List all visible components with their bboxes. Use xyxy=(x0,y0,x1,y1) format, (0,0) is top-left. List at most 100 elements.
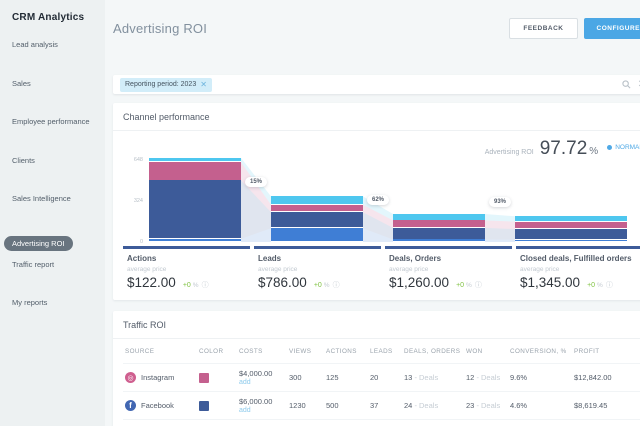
leads-value: 37 xyxy=(368,391,402,420)
bar-segment-pink[interactable] xyxy=(149,162,241,180)
sidebar-item-employee-performance[interactable]: Employee performance xyxy=(12,117,105,126)
column-header-profit: PROFIT xyxy=(574,348,600,355)
column-header-conversion-: CONVERSION, % xyxy=(510,348,567,355)
stage-card: Actions average price $122.00 +0% ⓘ xyxy=(123,246,250,290)
sidebar-item-my-reports[interactable]: My reports xyxy=(12,298,105,307)
stage-delta: +0 xyxy=(313,282,322,289)
conversion-value: 9.6% xyxy=(508,363,572,392)
actions-value: 60 xyxy=(324,419,368,426)
y-axis-tick: 648 xyxy=(133,157,143,163)
conversion-bubble: 15% xyxy=(245,177,268,188)
page-title: Advertising ROI xyxy=(113,20,208,36)
search-icon[interactable] xyxy=(621,80,631,89)
leads-value: 20 xyxy=(368,363,402,392)
stage-price: $786.00 xyxy=(258,275,307,290)
stage-name: Deals, Orders xyxy=(389,254,442,263)
views-value: 1230 xyxy=(287,391,324,420)
conversion-value: 4.6% xyxy=(508,391,572,420)
bar-segment-pink[interactable] xyxy=(271,204,363,212)
bar-segment-pink[interactable] xyxy=(515,221,627,229)
column-header-color: COLOR xyxy=(199,348,224,355)
deals-link[interactable]: - Deals xyxy=(414,401,438,410)
stage-card: Leads average price $786.00 +0% ⓘ xyxy=(254,246,381,290)
costs-value: $4,000.00 xyxy=(239,369,273,378)
instagram-icon: ◎ xyxy=(125,372,136,383)
stage-subtitle: average price xyxy=(127,266,167,273)
column-header-actions: ACTIONS xyxy=(326,348,357,355)
stage-delta-unit: % xyxy=(597,282,603,289)
bar-segment-navy[interactable] xyxy=(393,227,485,239)
bar-segment-sky-blue[interactable] xyxy=(515,216,627,221)
stage-delta-unit: % xyxy=(466,282,472,289)
bar-segment-navy[interactable] xyxy=(515,229,627,239)
stage-price: $1,345.00 xyxy=(520,275,581,290)
sidebar-item-lead-analysis[interactable]: Lead analysis xyxy=(12,40,105,49)
filter-actions: ✕ xyxy=(621,79,640,90)
bar-segment-pink[interactable] xyxy=(393,220,485,228)
leads-value: 25 xyxy=(368,419,402,426)
views-value: 300 xyxy=(287,363,324,392)
stage-name: Closed deals, Fulfilled orders xyxy=(520,254,632,263)
stage-delta: +0 xyxy=(456,282,465,289)
won-link[interactable]: - Deals xyxy=(476,373,500,382)
stage-price: $122.00 xyxy=(127,275,176,290)
bar-segment-royal-blue[interactable] xyxy=(271,228,363,242)
bar-segment-royal-blue[interactable] xyxy=(393,239,485,242)
roi-label: Advertising ROI xyxy=(484,149,534,156)
configure-button[interactable]: CONFIGURE xyxy=(583,17,640,39)
info-icon[interactable]: ⓘ xyxy=(333,280,340,290)
connector-band xyxy=(485,214,515,222)
conversion-bubble: 93% xyxy=(489,197,512,208)
y-axis-tick: 324 xyxy=(133,198,143,204)
header-actions: FEEDBACK CONFIGURE xyxy=(509,17,640,39)
bar-segment-navy[interactable] xyxy=(149,180,241,239)
filter-bar[interactable]: Reporting period: 2023 ✕ ✕ xyxy=(113,75,640,94)
deals-value: 13 xyxy=(404,373,413,382)
table-row[interactable]: ◎ Instagram $4,000.00 add 300 125 20 13 - Deals… xyxy=(123,363,640,392)
feedback-button[interactable]: FEEDBACK xyxy=(509,17,578,39)
actions-value: 125 xyxy=(324,363,368,392)
stage-subtitle: average price xyxy=(389,266,429,273)
add-costs-link[interactable]: add xyxy=(239,407,285,414)
remove-filter-icon[interactable]: ✕ xyxy=(200,80,207,89)
table-row[interactable]: f Facebook $6,000.00 add 1230 500 37 24 - Deals… xyxy=(123,391,640,420)
info-icon[interactable]: ⓘ xyxy=(202,280,209,290)
bar-segment-navy[interactable] xyxy=(271,212,363,228)
stage-delta: +0 xyxy=(182,282,191,289)
bar-segment-sky-blue[interactable] xyxy=(393,214,485,220)
add-costs-link[interactable]: add xyxy=(239,379,285,386)
connector-band xyxy=(485,227,515,240)
costs-value: $6,000.00 xyxy=(239,397,273,406)
channel-performance-title: Channel performance xyxy=(113,103,640,131)
bar-segment-royal-blue[interactable] xyxy=(149,238,241,242)
table-row[interactable]: ▲Google Ads$9,400.00add115602514 - Deals… xyxy=(123,419,640,426)
conversion-value: 52% xyxy=(508,419,572,426)
bar-segment-royal-blue[interactable] xyxy=(515,239,627,242)
won-link[interactable]: - Deals xyxy=(476,401,500,410)
sidebar-item-clients[interactable]: Clients xyxy=(12,156,105,165)
stage-delta: +0 xyxy=(587,282,596,289)
sidebar-item-sales-intelligence[interactable]: Sales Intelligence xyxy=(12,194,105,203)
source-label: Facebook xyxy=(141,401,174,410)
filter-tag[interactable]: Reporting period: 2023 ✕ xyxy=(120,77,212,92)
actions-value: 500 xyxy=(324,391,368,420)
column-header-leads: LEADS xyxy=(370,348,393,355)
bar-segment-sky-blue[interactable] xyxy=(149,157,241,162)
column-header-deals-orders: DEALS, ORDERS xyxy=(404,348,461,355)
facebook-icon: f xyxy=(125,400,136,411)
page-header: Advertising ROI FEEDBACK CONFIGURE xyxy=(113,0,640,56)
deals-link[interactable]: - Deals xyxy=(414,373,438,382)
sidebar-item-traffic-report[interactable]: Traffic report xyxy=(12,260,105,269)
sidebar-item-sales[interactable]: Sales xyxy=(12,79,105,88)
bar-segment-sky-blue[interactable] xyxy=(271,196,363,204)
info-icon[interactable]: ⓘ xyxy=(475,280,482,290)
main-area: Advertising ROI FEEDBACK CONFIGURE Repor… xyxy=(105,0,640,426)
channel-performance-card: Channel performance Advertising ROI 97.7… xyxy=(113,103,640,300)
traffic-roi-title: Traffic ROI xyxy=(113,311,640,339)
roi-value: 97.72 xyxy=(539,138,588,159)
won-value: 23 xyxy=(466,401,475,410)
conversion-bubble: 62% xyxy=(367,195,390,206)
color-swatch xyxy=(199,400,209,411)
info-icon[interactable]: ⓘ xyxy=(606,280,613,290)
sidebar-item-advertising-roi[interactable]: Advertising ROI xyxy=(4,235,73,251)
